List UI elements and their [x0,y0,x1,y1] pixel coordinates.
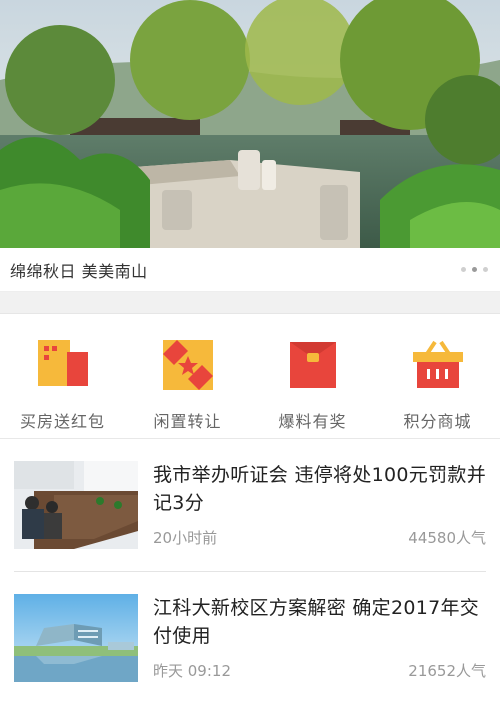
carousel-dot-active[interactable] [472,267,477,272]
ticket-star-icon [162,340,213,390]
news-item[interactable]: 江科大新校区方案解密 确定2017年交付使用 昨天 09:12 21652人气 [14,572,486,705]
news-thumbnail [14,594,138,682]
quick-entry-second-hand[interactable]: 闲置转让 [125,314,250,438]
section-divider [0,292,500,314]
quick-entry-label: 爆料有奖 [278,412,347,431]
banner-image[interactable] [0,0,500,248]
carousel-indicator[interactable] [461,267,488,272]
carousel-dot[interactable] [483,267,488,272]
quick-entry-row: 买房送红包 闲置转让 爆料有奖 积分商城 [0,314,500,439]
news-item[interactable]: 我市举办听证会 违停将处100元罚款并记3分 20小时前 44580人气 [14,439,486,572]
carousel-dot[interactable] [461,267,466,272]
news-views: 44580人气 [408,529,486,547]
quick-entry-label: 闲置转让 [153,412,222,431]
quick-entry-buy-house[interactable]: 买房送红包 [0,314,125,438]
news-time: 20小时前 [153,529,218,547]
quick-entry-points-mall[interactable]: 积分商城 [375,314,500,438]
red-envelope-icon [289,342,336,388]
meeting-room-photo [14,461,138,549]
house-red-packet-icon [37,340,88,386]
quick-entry-tip-off[interactable]: 爆料有奖 [250,314,375,438]
park-photo [0,0,500,248]
quick-entry-label: 积分商城 [403,412,472,431]
news-list: 我市举办听证会 违停将处100元罚款并记3分 20小时前 44580人气 江科大… [0,439,500,705]
news-title: 我市举办听证会 违停将处100元罚款并记3分 [153,464,487,514]
quick-entry-label: 买房送红包 [19,412,105,431]
news-thumbnail [14,461,138,549]
banner-caption: 绵绵秋日 美美南山 [10,261,148,281]
news-title: 江科大新校区方案解密 确定2017年交付使用 [153,597,480,647]
campus-building-photo [14,594,138,682]
banner-caption-bar: 绵绵秋日 美美南山 [0,248,500,292]
shopping-basket-icon [412,340,463,388]
